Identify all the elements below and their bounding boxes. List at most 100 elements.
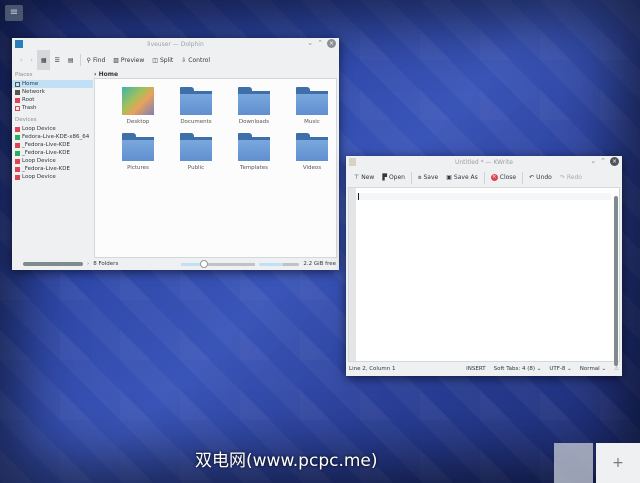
preview-button[interactable]: ▨ Preview [109, 50, 148, 70]
sidebar-scrollbar[interactable] [23, 262, 83, 266]
title-bar[interactable]: liveuser — Dolphin ⌄ ⌃ × [12, 38, 339, 50]
folder-icon [180, 133, 212, 161]
redo-icon: ↷ [559, 174, 565, 181]
places-panel: Places Home Network Root Trash Devices L… [12, 70, 93, 258]
input-mode[interactable]: INSERT [466, 366, 485, 372]
save-as-button[interactable]: ▣ Save As [442, 168, 482, 187]
breadcrumb[interactable]: › Home [94, 71, 118, 78]
new-button[interactable]: ⊤ New [350, 168, 378, 187]
folder-public[interactable]: Public [167, 133, 225, 179]
place-network[interactable]: Network [12, 88, 93, 96]
toolbar: ‹ › ▦ ☰ ▤ ⚲ Find ▨ Preview ◫ Split ⇩ Control [12, 50, 339, 70]
folder-icon [122, 133, 154, 161]
maximize-icon[interactable]: ⌃ [317, 39, 323, 48]
window-title: liveuser — Dolphin [147, 40, 204, 48]
folder-icon [238, 87, 270, 115]
minimize-icon[interactable]: ⌄ [307, 39, 313, 48]
title-bar[interactable]: Untitled * — KWrite ⌄ ⌃ × [346, 156, 622, 168]
minimize-icon[interactable]: ⌄ [590, 157, 596, 166]
watermark: 双电网(www.pcpc.me) [195, 451, 378, 471]
folder-pictures[interactable]: Pictures [109, 133, 167, 179]
back-button[interactable]: ‹ [16, 50, 26, 70]
place-trash[interactable]: Trash [12, 104, 93, 112]
vertical-scrollbar[interactable] [614, 196, 618, 366]
network-icon [15, 89, 20, 95]
forward-button[interactable]: › [26, 50, 36, 70]
device-item[interactable]: Fedora-Live-KDE-x86_64 [12, 133, 93, 141]
preview-icon: ▨ [113, 56, 119, 64]
split-button[interactable]: ◫ Split [148, 50, 177, 70]
desktop-folder-icon [122, 87, 154, 115]
app-icon [349, 158, 356, 166]
folder-icon [238, 133, 270, 161]
root-folder-icon [15, 97, 20, 103]
close-button[interactable]: × Close [487, 168, 520, 187]
tabs-dropdown[interactable]: Soft Tabs: 4 (8) ⌄ [494, 366, 542, 372]
window-title: Untitled * — KWrite [454, 158, 514, 166]
drive-icon [15, 174, 20, 180]
folder-templates[interactable]: Templates [225, 133, 283, 179]
app-icon [15, 40, 23, 48]
close-icon[interactable]: × [610, 157, 619, 166]
status-bar: › 8 Folders 2.2 GiB free [12, 258, 339, 270]
devices-header: Devices [15, 117, 37, 123]
control-icon: ⇩ [181, 56, 187, 64]
device-item[interactable]: Loop Device [12, 125, 93, 133]
toolbar: ⊤ New ▛ Open ⩧ Save ▣ Save As × Close ↶ Undo ↷… [346, 168, 622, 187]
hamburger-icon[interactable]: ≡ [5, 5, 23, 21]
folder-icon [296, 133, 328, 161]
current-line [356, 193, 611, 200]
desktop-pager-thumbnail[interactable] [554, 443, 593, 483]
syntax-dropdown[interactable]: Normal ⌄ [580, 366, 606, 372]
home-icon [15, 81, 20, 87]
drive-icon [15, 126, 20, 132]
open-button[interactable]: ▛ Open [378, 168, 409, 187]
device-item[interactable]: _Fedora-Live-KDE [12, 165, 93, 173]
folder-music[interactable]: Music [283, 87, 341, 133]
free-space: 2.2 GiB free [303, 261, 336, 267]
undo-button[interactable]: ↶ Undo [525, 168, 556, 187]
folder-icon [296, 87, 328, 115]
plus-icon: + [612, 455, 624, 471]
icon-border [349, 188, 356, 361]
dictionary-icon[interactable]: ⚠ [614, 366, 619, 372]
disc-icon [15, 134, 20, 140]
undo-icon: ↶ [529, 174, 535, 181]
places-header: Places [15, 72, 33, 78]
details-view-button[interactable]: ▤ [64, 50, 78, 70]
compact-view-button[interactable]: ☰ [50, 50, 63, 70]
device-item[interactable]: Loop Device [12, 173, 93, 181]
folder-desktop[interactable]: Desktop [109, 87, 167, 133]
folder-downloads[interactable]: Downloads [225, 87, 283, 133]
drive-icon [15, 150, 20, 156]
place-home[interactable]: Home [12, 80, 93, 88]
file-view: Desktop Documents Downloads Music Pictur… [94, 78, 337, 258]
maximize-icon[interactable]: ⌃ [600, 157, 606, 166]
drive-icon [15, 158, 20, 164]
icons-view-button[interactable]: ▦ [36, 50, 51, 70]
save-button[interactable]: ⩧ Save [414, 168, 442, 187]
save-as-icon: ▣ [446, 174, 452, 181]
close-icon[interactable]: × [327, 39, 336, 48]
folder-videos[interactable]: Videos [283, 133, 341, 179]
drive-icon [15, 166, 20, 172]
search-icon: ⚲ [86, 56, 91, 64]
device-item[interactable]: _Fedora-Live-KDE [12, 149, 93, 157]
device-item[interactable]: _Fedora-Live-KDE [12, 141, 93, 149]
find-button[interactable]: ⚲ Find [83, 50, 110, 70]
dolphin-window: liveuser — Dolphin ⌄ ⌃ × ‹ › ▦ ☰ ▤ ⚲ Find ▨… [12, 38, 339, 270]
device-item[interactable]: Loop Device [12, 157, 93, 165]
kwrite-window: Untitled * — KWrite ⌄ ⌃ × ⊤ New ▛ Open ⩧ Save… [346, 156, 622, 376]
redo-button[interactable]: ↷ Redo [556, 168, 586, 187]
control-button[interactable]: ⇩ Control [177, 50, 214, 70]
zoom-slider[interactable] [181, 259, 256, 268]
editor[interactable] [348, 187, 620, 366]
new-icon: ⊤ [354, 174, 360, 181]
encoding-dropdown[interactable]: UTF-8 ⌄ [549, 366, 571, 372]
folder-documents[interactable]: Documents [167, 87, 225, 133]
place-root[interactable]: Root [12, 96, 93, 104]
folder-icon [180, 87, 212, 115]
close-doc-icon: × [490, 174, 498, 181]
add-desktop-button[interactable]: + [596, 443, 640, 483]
free-space-bar [259, 262, 300, 266]
